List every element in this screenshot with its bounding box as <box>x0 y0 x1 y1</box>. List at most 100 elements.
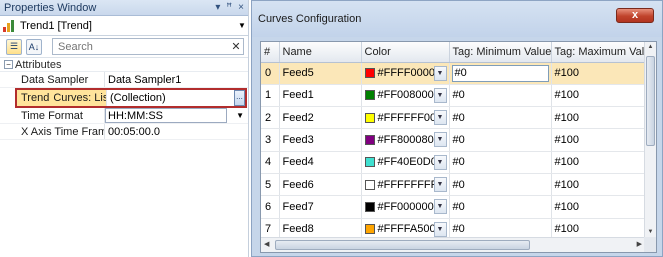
clear-search-icon[interactable]: ✕ <box>229 40 243 53</box>
chevron-down-icon[interactable]: ▼ <box>433 221 447 237</box>
chevron-down-icon[interactable]: ▼ <box>433 65 447 81</box>
vertical-scroll-thumb[interactable] <box>646 56 655 146</box>
chevron-down-icon[interactable]: ▼ <box>433 110 447 126</box>
curve-name-cell[interactable]: Feed6 <box>279 173 362 197</box>
color-value: #FFFFA500 <box>377 223 436 236</box>
chevron-down-icon[interactable]: ▼ <box>433 199 447 215</box>
curve-color-cell[interactable]: #FFFFFFFF ▼ <box>361 173 450 197</box>
row-index: 2 <box>261 106 280 130</box>
property-row-data-sampler[interactable]: Data Sampler Data Sampler1 <box>0 72 248 88</box>
scroll-left-icon[interactable]: ◀ <box>264 240 269 248</box>
min-value-cell[interactable]: #0 <box>449 106 552 130</box>
max-value-cell[interactable]: #100 <box>551 195 646 219</box>
curve-color-cell[interactable]: #FF40E0D0 ▼ <box>361 151 450 174</box>
curve-row[interactable]: 6 Feed7 #FF000000 ▼ #0 #100 <box>261 195 646 219</box>
scroll-down-icon[interactable]: ▼ <box>645 229 656 235</box>
categorized-view-icon[interactable]: ☰ <box>6 38 22 55</box>
min-value-cell[interactable]: #0 <box>449 84 552 108</box>
chevron-down-icon[interactable]: ▼ <box>433 154 447 170</box>
curve-row[interactable]: 3 Feed3 #FF800080 ▼ #0 #100 <box>261 128 646 152</box>
min-value-text: #0 <box>454 67 467 80</box>
curve-row[interactable]: 5 Feed6 #FFFFFFFF ▼ #0 #100 <box>261 173 646 197</box>
dialog-titlebar: Curves Configuration x <box>252 1 662 37</box>
vertical-scrollbar[interactable]: ▲ ▼ <box>644 42 656 237</box>
max-value-cell[interactable]: #100 <box>551 173 646 197</box>
min-value-cell[interactable]: #0 <box>449 173 552 197</box>
curve-name-cell[interactable]: Feed3 <box>279 128 362 152</box>
curves-table: # Name Color Tag: Minimum Value Tag: Max… <box>261 42 646 252</box>
curve-name-cell[interactable]: Feed1 <box>279 84 362 108</box>
property-value[interactable]: Data Sampler1 <box>104 72 248 87</box>
max-value-cell[interactable]: #100 <box>551 62 646 85</box>
collapse-icon[interactable]: − <box>4 60 13 69</box>
min-value-editor[interactable]: #0 <box>451 64 549 82</box>
horizontal-scrollbar[interactable]: ◀ ▶ <box>261 237 645 252</box>
row-index: 0 <box>261 62 280 85</box>
search-input[interactable] <box>58 40 229 53</box>
column-header-color[interactable]: Color <box>361 42 450 63</box>
close-button[interactable]: x <box>616 8 654 23</box>
chevron-down-icon[interactable]: ▼ <box>236 21 248 30</box>
category-label: Attributes <box>15 58 62 71</box>
curve-row[interactable]: 1 Feed1 #FF008000 ▼ #0 #100 <box>261 84 646 108</box>
color-value: #FF008000 <box>377 89 434 102</box>
max-value-cell[interactable]: #100 <box>551 106 646 130</box>
curve-name-cell[interactable]: Feed4 <box>279 151 362 174</box>
property-name-part2: Curves: List <box>53 92 106 104</box>
property-name: X Axis Time Frame <box>21 125 104 138</box>
min-value-cell[interactable]: #0 <box>449 195 552 219</box>
scroll-up-icon[interactable]: ▲ <box>645 44 656 50</box>
column-header-max-value[interactable]: Tag: Maximum Valu <box>551 42 646 63</box>
curve-row[interactable]: 2 Feed2 #FFFFFF00 ▼ #0 #100 <box>261 106 646 130</box>
max-value-cell[interactable]: #100 <box>551 151 646 174</box>
category-attributes[interactable]: − Attributes <box>0 58 248 72</box>
object-selector[interactable]: Trend1 [Trend] ▼ <box>0 16 248 36</box>
property-name: Time Format <box>21 109 83 122</box>
close-icon[interactable]: × <box>238 2 244 13</box>
property-value[interactable]: 00:05:00.0 <box>104 124 248 139</box>
max-value-cell[interactable]: #100 <box>551 84 646 108</box>
chevron-down-icon[interactable]: ▼ <box>433 176 447 192</box>
color-swatch <box>364 90 375 101</box>
min-value-cell[interactable]: #0 <box>449 128 552 152</box>
pin-icon[interactable]: ꟸ <box>226 2 232 13</box>
max-value-cell[interactable]: #100 <box>551 128 646 152</box>
color-swatch <box>364 201 375 212</box>
curve-color-cell[interactable]: #FF008000 ▼ <box>361 84 450 108</box>
horizontal-scroll-thumb[interactable] <box>275 240 530 250</box>
color-value: #FFFFFFFF <box>377 178 438 191</box>
ellipsis-button[interactable]: ... <box>234 90 245 106</box>
column-header-index[interactable]: # <box>261 42 280 63</box>
properties-window-title: Properties Window <box>4 1 97 14</box>
property-name: Data Sampler <box>21 73 89 86</box>
time-format-combo[interactable]: HH:MM:SS <box>105 108 227 123</box>
alphabetical-sort-icon[interactable]: A↓ <box>26 38 42 55</box>
chevron-down-icon[interactable]: ▼ <box>236 111 244 120</box>
property-row-trend-curves[interactable]: Trend Curves: List (Collection) ... <box>15 88 247 108</box>
scroll-right-icon[interactable]: ▶ <box>637 240 642 248</box>
color-swatch <box>364 224 375 235</box>
curve-color-cell[interactable]: #FF800080 ▼ <box>361 128 450 152</box>
column-header-name[interactable]: Name <box>279 42 362 63</box>
curve-color-cell[interactable]: #FF000000 ▼ <box>361 195 450 219</box>
property-row-time-format[interactable]: Time Format HH:MM:SS ▼ <box>0 108 248 124</box>
row-index: 5 <box>261 173 280 197</box>
curve-name-cell[interactable]: Feed2 <box>279 106 362 130</box>
curve-color-cell[interactable]: #FFFF0000 ▼ <box>361 62 450 85</box>
chevron-down-icon[interactable]: ▼ <box>433 87 447 103</box>
chevron-down-icon[interactable]: ▼ <box>433 132 447 148</box>
curve-name-cell[interactable]: Feed7 <box>279 195 362 219</box>
curve-row[interactable]: 4 Feed4 #FF40E0D0 ▼ #0 #100 <box>261 151 646 174</box>
curve-name-cell[interactable]: Feed5 <box>279 62 362 85</box>
dropdown-icon[interactable]: ▾ <box>215 2 220 13</box>
min-value-cell[interactable]: #0 <box>449 151 552 174</box>
min-value-cell[interactable]: #0 <box>449 62 552 85</box>
dialog-title: Curves Configuration <box>258 13 362 25</box>
grid-header-row: # Name Color Tag: Minimum Value Tag: Max… <box>261 42 646 63</box>
property-name-part1: Trend <box>21 92 50 104</box>
curve-row[interactable]: 0 Feed5 #FFFF0000 ▼ #0 #100 <box>261 62 646 85</box>
column-header-min-value[interactable]: Tag: Minimum Value <box>449 42 552 63</box>
property-row-x-axis-time-frame[interactable]: X Axis Time Frame 00:05:00.0 <box>0 124 248 140</box>
curve-color-cell[interactable]: #FFFFFF00 ▼ <box>361 106 450 130</box>
color-swatch <box>364 179 375 190</box>
